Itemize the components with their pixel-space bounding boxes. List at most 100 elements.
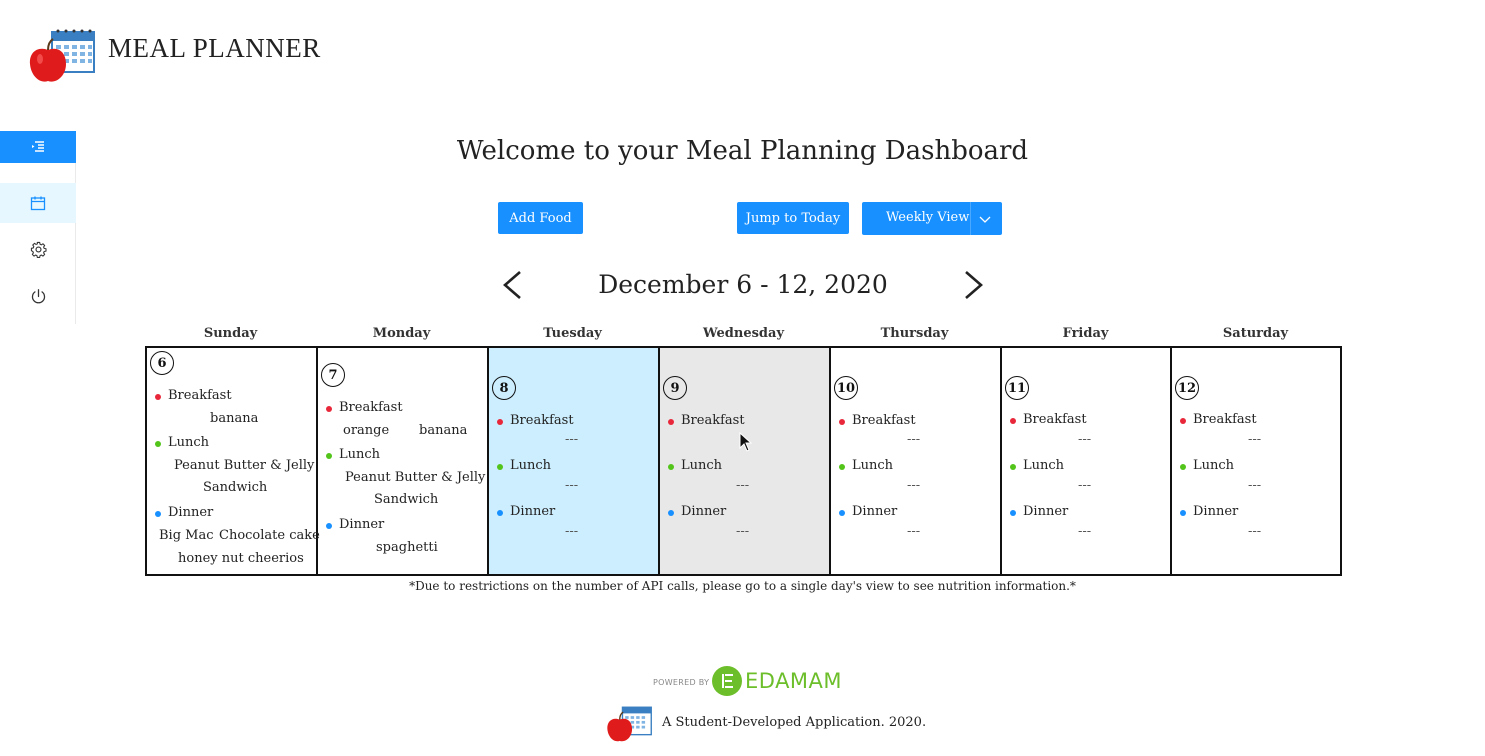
meal-label: Lunch <box>168 435 210 450</box>
breakfast-dot <box>839 419 845 425</box>
food-item: honey nut cheerios <box>178 551 304 566</box>
food-item: spaghetti <box>376 540 438 555</box>
add-food-button[interactable]: Add Food <box>498 202 583 234</box>
meal-label: Lunch <box>1023 458 1065 473</box>
chevron-down-icon <box>979 216 991 223</box>
jump-to-today-button[interactable]: Jump to Today <box>737 202 849 234</box>
api-notice: *Due to restrictions on the number of AP… <box>409 579 1076 593</box>
day-number: 12 <box>1175 376 1199 400</box>
meal-label: Breakfast <box>168 388 232 403</box>
meal-label: Lunch <box>852 458 894 473</box>
next-week-arrow-icon[interactable] <box>962 270 986 300</box>
meal-label: Breakfast <box>1193 412 1257 427</box>
day-cell-monday[interactable]: 7 Breakfast orange banana Lunch Peanut B… <box>318 348 489 574</box>
day-number: 8 <box>492 376 516 400</box>
meal-label: Dinner <box>510 504 556 519</box>
day-header-wednesday: Wednesday <box>702 326 784 341</box>
sidebar-item-settings[interactable] <box>0 229 76 269</box>
food-item: orange <box>343 423 390 438</box>
empty-meal: --- <box>1078 432 1092 447</box>
meal-label: Breakfast <box>681 413 745 428</box>
day-cell-wednesday[interactable]: 9 Breakfast Lunch --- Dinner --- <box>660 348 831 574</box>
empty-meal: --- <box>1248 478 1262 493</box>
day-number: 7 <box>321 363 345 387</box>
breakfast-dot <box>326 406 332 412</box>
meal-label: Dinner <box>681 504 727 519</box>
meal-label: Breakfast <box>852 413 916 428</box>
day-cell-tuesday[interactable]: 8 Breakfast --- Lunch --- Dinner --- <box>489 348 660 574</box>
day-header-sunday: Sunday <box>203 326 258 341</box>
empty-meal: --- <box>1248 432 1262 447</box>
sidebar-item-logout[interactable] <box>0 276 76 316</box>
food-item: Chocolate cake <box>219 528 320 543</box>
day-cell-thursday[interactable]: 10 Breakfast --- Lunch --- Dinner --- <box>831 348 1002 574</box>
meal-label: Breakfast <box>510 413 574 428</box>
food-item: Sandwich <box>374 492 439 507</box>
meal-label: Breakfast <box>339 400 403 415</box>
breakfast-dot <box>155 394 161 400</box>
lunch-dot <box>1010 464 1016 470</box>
day-header-row: Sunday Monday Tuesday Wednesday Thursday… <box>145 326 1342 346</box>
day-cell-sunday[interactable]: 6 Breakfast banana Lunch Peanut Butter &… <box>147 348 320 574</box>
empty-meal: --- <box>1078 524 1092 539</box>
power-icon <box>31 288 45 303</box>
page-title: Welcome to your Meal Planning Dashboard <box>456 136 1029 166</box>
day-header-monday: Monday <box>372 326 431 341</box>
lunch-dot <box>497 464 503 470</box>
app-logo <box>29 29 95 82</box>
meal-label: Lunch <box>1193 458 1235 473</box>
day-cell-saturday[interactable]: 12 Breakfast --- Lunch --- Dinner --- <box>1172 348 1340 574</box>
day-header-tuesday: Tuesday <box>543 326 602 341</box>
day-number: 11 <box>1005 376 1029 400</box>
dinner-dot <box>1180 510 1186 516</box>
empty-meal: --- <box>565 478 579 493</box>
dinner-dot <box>1010 510 1016 516</box>
breakfast-dot <box>1010 418 1016 424</box>
meal-label: Dinner <box>168 505 214 520</box>
empty-meal: --- <box>565 524 579 539</box>
food-item: Sandwich <box>203 480 268 495</box>
breakfast-dot <box>497 419 503 425</box>
lunch-dot <box>326 453 332 459</box>
lunch-dot <box>839 464 845 470</box>
sidebar-item-calendar[interactable] <box>0 183 76 223</box>
date-range-title: December 6 - 12, 2020 <box>598 270 888 299</box>
day-number: 9 <box>663 376 687 400</box>
previous-week-arrow-icon[interactable] <box>500 270 524 300</box>
footer-logo <box>607 706 652 742</box>
empty-meal: --- <box>907 478 921 493</box>
day-cell-friday[interactable]: 11 Breakfast --- Lunch --- Dinner --- <box>1002 348 1172 574</box>
dinner-dot <box>839 510 845 516</box>
dinner-dot <box>326 523 332 529</box>
breakfast-dot <box>668 419 674 425</box>
breakfast-dot <box>1180 418 1186 424</box>
meal-label: Dinner <box>852 504 898 519</box>
view-select[interactable]: Weekly View <box>862 202 1002 235</box>
lunch-dot <box>1180 464 1186 470</box>
dinner-dot <box>668 510 674 516</box>
food-item: Big Mac <box>159 528 214 543</box>
food-item: banana <box>419 423 468 438</box>
edamam-wordmark: EDAMAM <box>745 669 843 693</box>
day-header-friday: Friday <box>1062 326 1109 341</box>
empty-meal: --- <box>565 432 579 447</box>
empty-meal: --- <box>907 432 921 447</box>
meal-label: Lunch <box>339 447 381 462</box>
food-item: banana <box>210 411 259 426</box>
meal-label: Lunch <box>681 458 723 473</box>
calendar-grid: 6 Breakfast banana Lunch Peanut Butter &… <box>145 346 1342 576</box>
empty-meal: --- <box>736 524 750 539</box>
meal-label: Lunch <box>510 458 552 473</box>
view-select-divider <box>970 202 971 235</box>
empty-meal: --- <box>1248 524 1262 539</box>
powered-by-label: POWERED BY <box>653 678 710 687</box>
meal-label: Dinner <box>1023 504 1069 519</box>
dinner-dot <box>155 511 161 517</box>
lunch-dot <box>155 441 161 447</box>
day-number: 6 <box>150 351 174 375</box>
view-select-label: Weekly View <box>886 210 970 225</box>
food-item: Peanut Butter & Jelly <box>345 470 486 485</box>
calendar-icon <box>30 196 46 211</box>
powered-by-edamam[interactable]: POWERED BY EDAMAM <box>653 666 843 696</box>
lunch-dot <box>668 464 674 470</box>
